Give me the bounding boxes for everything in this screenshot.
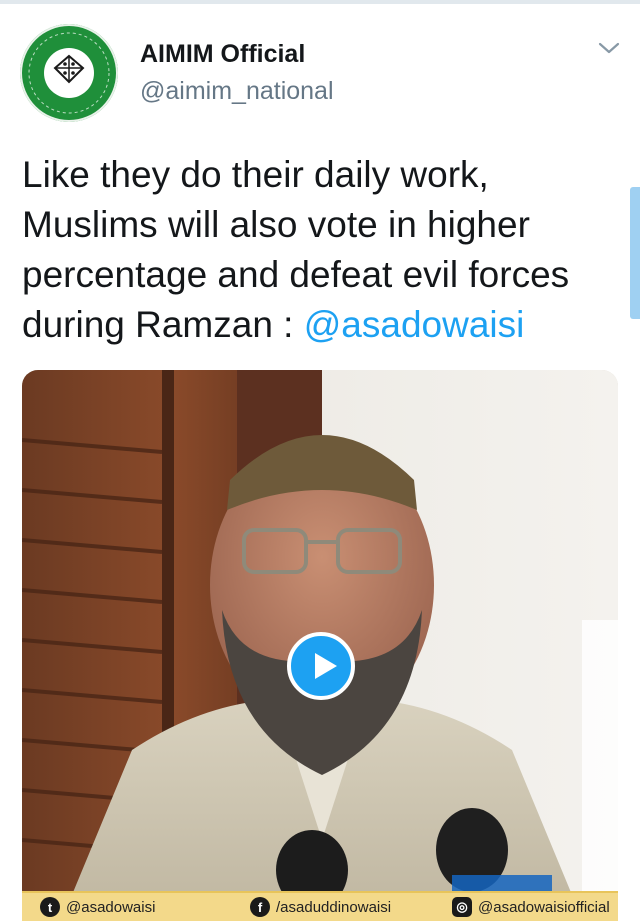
mention-link[interactable]: @asadowaisi (304, 304, 525, 345)
user-handle[interactable]: @aimim_national (140, 77, 334, 106)
scrollbar[interactable] (630, 187, 640, 319)
kite-icon (53, 54, 85, 84)
footer-instagram: ◎ @asadowaisiofficial (452, 896, 610, 918)
avatar[interactable] (20, 24, 118, 122)
chevron-down-icon[interactable] (596, 38, 622, 58)
twitter-icon: t (40, 897, 60, 917)
tweet-text: Like they do their daily work, Muslims w… (22, 150, 622, 350)
facebook-icon: f (250, 897, 270, 917)
footer-twitter-handle: @asadowaisi (66, 898, 156, 916)
footer-facebook: f /asaduddinowaisi (250, 896, 391, 918)
footer-facebook-handle: /asaduddinowaisi (276, 898, 392, 916)
top-divider (0, 0, 640, 4)
instagram-icon: ◎ (452, 897, 472, 917)
footer-instagram-handle: @asadowaisiofficial (478, 898, 610, 916)
play-icon[interactable] (287, 632, 355, 700)
footer-twitter: t @asadowaisi (40, 896, 155, 918)
display-name[interactable]: AIMIM Official (140, 40, 305, 69)
video-footer-band: t @asadowaisi f /asaduddinowaisi ◎ @asad… (22, 891, 618, 921)
